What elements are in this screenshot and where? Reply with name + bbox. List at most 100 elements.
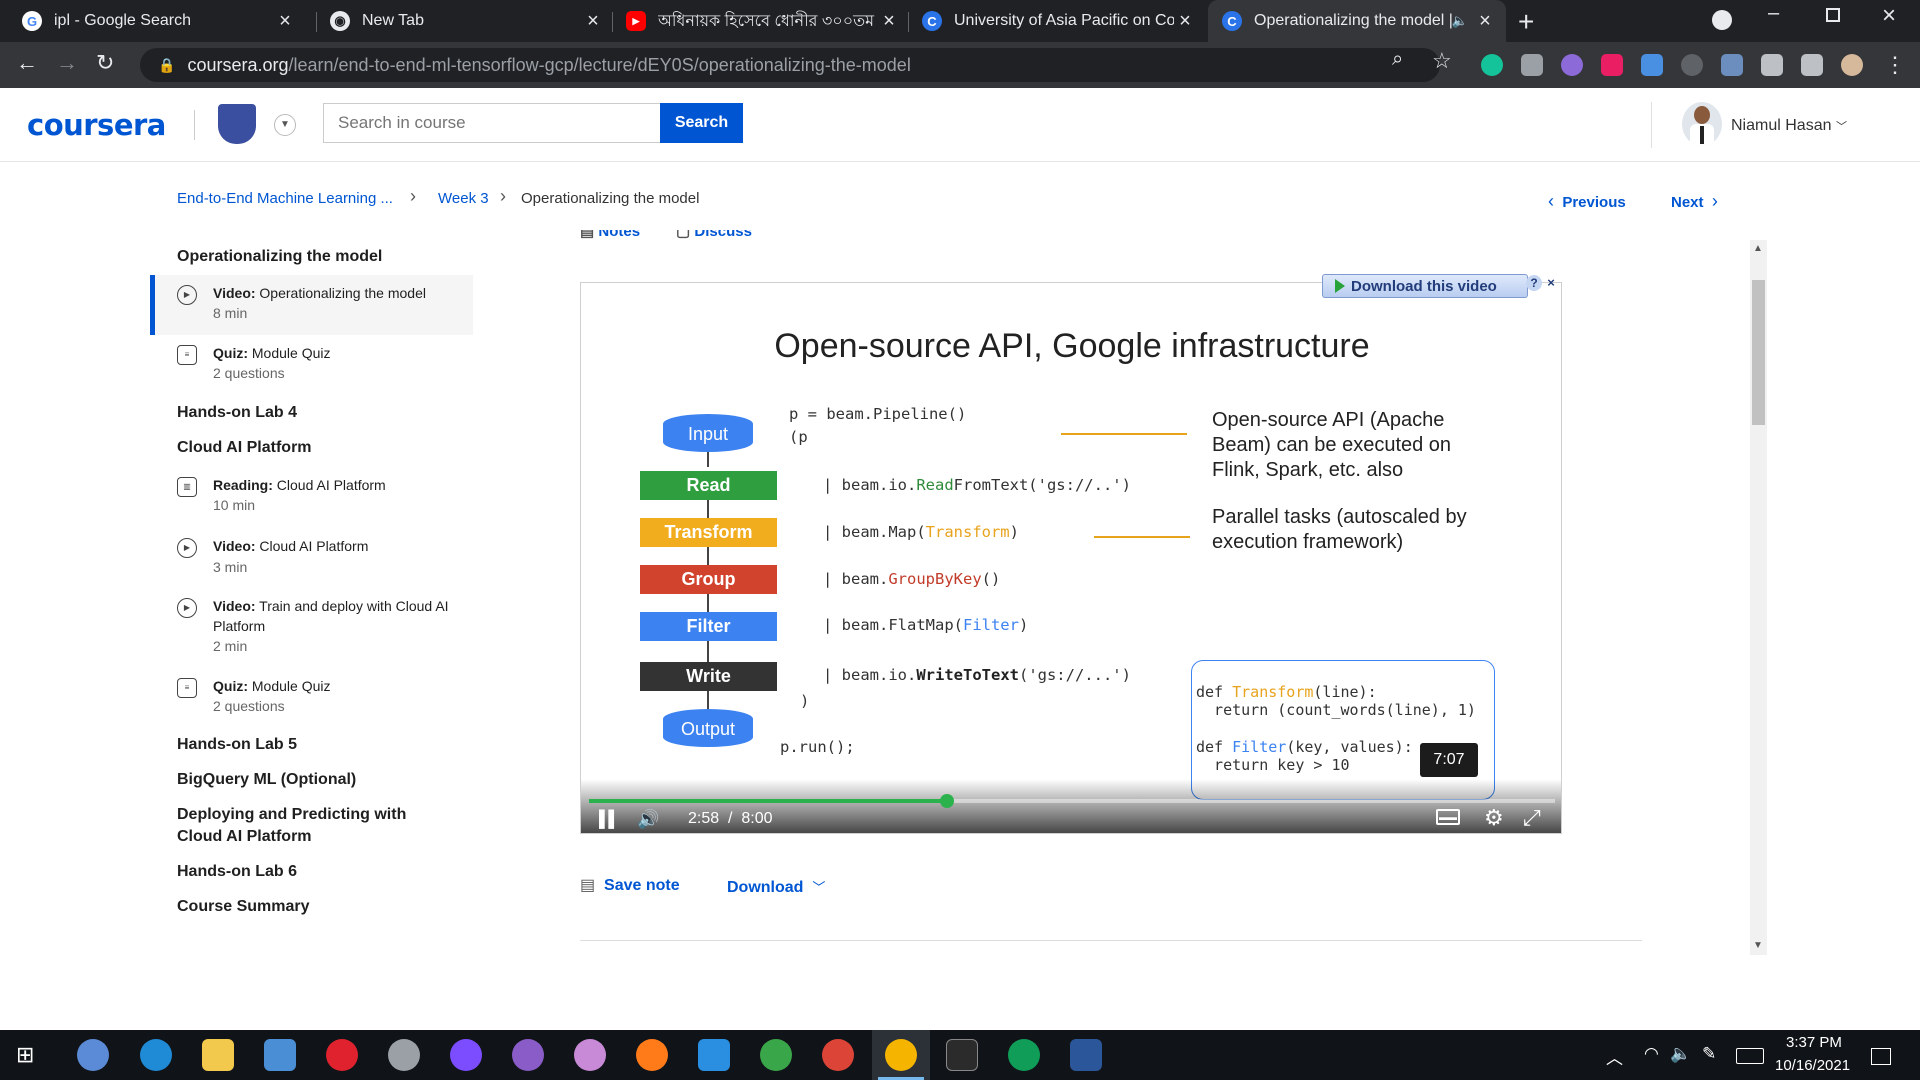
university-crest-icon[interactable]: [218, 104, 256, 144]
chrome-icon[interactable]: [822, 1039, 854, 1071]
next-button[interactable]: Next ›: [1671, 191, 1718, 212]
sidebar-section[interactable]: BigQuery ML (Optional): [177, 769, 447, 791]
extension-icon[interactable]: [1561, 54, 1583, 76]
windows-start-icon[interactable]: ⊞: [16, 1043, 40, 1067]
word-icon[interactable]: [1070, 1039, 1102, 1071]
sidebar-section[interactable]: Hands-on Lab 5: [177, 734, 447, 756]
chrome-profile-icon[interactable]: [1008, 1039, 1040, 1071]
previous-button[interactable]: ‹ Previous: [1548, 191, 1626, 212]
app-icon[interactable]: [388, 1039, 420, 1071]
profile-avatar-icon[interactable]: [1841, 54, 1863, 76]
restore-icon[interactable]: [1826, 8, 1840, 22]
tab-university[interactable]: C University of Asia Pacific on Cour ×: [908, 0, 1206, 42]
terminal-icon[interactable]: [946, 1039, 978, 1071]
coursera-logo[interactable]: coursera: [27, 108, 166, 142]
progress-bar[interactable]: [589, 794, 1555, 808]
clock-date[interactable]: 10/16/2021: [1775, 1057, 1850, 1074]
sidebar-section[interactable]: Deploying and Predicting with Cloud AI P…: [177, 804, 447, 848]
reading-list-icon[interactable]: [1801, 54, 1823, 76]
progress-handle[interactable]: [940, 794, 955, 808]
code-text: | beam.Map(: [823, 523, 926, 541]
close-tab-icon[interactable]: ×: [1474, 10, 1496, 33]
notification-icon[interactable]: [1871, 1048, 1891, 1065]
scroll-up-icon[interactable]: ▲: [1753, 243, 1763, 254]
file-explorer-icon[interactable]: [202, 1039, 234, 1071]
play-circle-icon: ▶: [177, 285, 197, 305]
save-note-button[interactable]: ▤ Save note: [580, 875, 680, 895]
messenger-icon[interactable]: [450, 1039, 482, 1071]
tab-search-icon[interactable]: [1712, 10, 1732, 30]
scrollbar-thumb[interactable]: [1752, 280, 1765, 425]
close-icon[interactable]: ×: [1544, 275, 1558, 291]
reload-icon[interactable]: ↻: [96, 50, 114, 76]
minimize-icon[interactable]: –: [1768, 2, 1779, 25]
avatar[interactable]: [1682, 102, 1722, 146]
app-icon[interactable]: [574, 1039, 606, 1071]
opera-icon[interactable]: [326, 1039, 358, 1071]
pen-icon[interactable]: ✎: [1702, 1044, 1716, 1064]
close-tab-icon[interactable]: ×: [582, 10, 604, 33]
new-tab-icon[interactable]: +: [1518, 6, 1534, 38]
close-tab-icon[interactable]: ×: [1174, 10, 1196, 33]
close-tab-icon[interactable]: ×: [274, 10, 296, 33]
sidebar-section[interactable]: Hands-on Lab 4: [177, 402, 447, 424]
pen-extension-icon[interactable]: [1721, 54, 1743, 76]
tab-google-search[interactable]: G ipl - Google Search ×: [8, 0, 306, 42]
audio-playing-icon[interactable]: 🔈: [1452, 13, 1468, 29]
clock-time[interactable]: 3:37 PM: [1786, 1034, 1842, 1051]
download-video-badge[interactable]: Download this video: [1322, 274, 1528, 298]
search-button[interactable]: Search: [660, 103, 743, 143]
chrome-icon[interactable]: [885, 1039, 917, 1071]
tab-notes[interactable]: ▤ Notes: [580, 230, 640, 240]
tab-operationalizing[interactable]: C Operationalizing the model | 🔈 ×: [1208, 0, 1506, 42]
puzzle-extensions-icon[interactable]: [1761, 54, 1783, 76]
fullscreen-icon[interactable]: ⤢: [1523, 805, 1541, 831]
forward-icon[interactable]: →: [56, 50, 78, 76]
mail-icon[interactable]: [264, 1039, 296, 1071]
volume-icon[interactable]: 🔊: [637, 809, 659, 830]
sidebar-section[interactable]: Cloud AI Platform: [177, 437, 447, 459]
app-icon[interactable]: [760, 1039, 792, 1071]
network-icon[interactable]: ◠: [1644, 1044, 1659, 1064]
zoom-search-icon[interactable]: ⌕: [1392, 48, 1403, 71]
chevron-down-icon[interactable]: ▼: [274, 114, 296, 136]
pause-icon[interactable]: ▌▌: [599, 811, 620, 829]
code-text: | beam.: [823, 570, 889, 588]
captions-icon[interactable]: ▬▬: [1436, 809, 1460, 825]
tab-discuss[interactable]: ▢ Discuss: [676, 230, 752, 240]
settings-gear-icon[interactable]: ⚙: [1484, 805, 1504, 831]
browser-menu-icon[interactable]: ⋮: [1884, 52, 1906, 78]
close-window-icon[interactable]: ×: [1882, 2, 1896, 30]
sidebar-section[interactable]: Hands-on Lab 6: [177, 861, 447, 883]
tab-youtube[interactable]: ▶ অধিনায়ক হিসেবে ধোনীর ৩০০তম ×: [612, 0, 910, 42]
scroll-down-icon[interactable]: ▼: [1753, 940, 1763, 951]
download-extension-icon[interactable]: [1641, 54, 1663, 76]
grammarly-extension-icon[interactable]: [1481, 54, 1503, 76]
close-tab-icon[interactable]: ×: [878, 10, 900, 33]
edge-icon[interactable]: [140, 1039, 172, 1071]
download-dropdown[interactable]: Download ﹀: [727, 877, 825, 897]
search-input[interactable]: [323, 103, 660, 143]
user-menu[interactable]: Niamul Hasan ﹀: [1731, 117, 1847, 135]
vscode-icon[interactable]: [698, 1039, 730, 1071]
badge-extension-icon[interactable]: [1601, 54, 1623, 76]
speaker-icon[interactable]: 🔈: [1670, 1044, 1691, 1064]
breadcrumb-course[interactable]: End-to-End Machine Learning ...: [177, 190, 393, 207]
code-line: | beam.Map(Transform): [823, 523, 1019, 541]
help-icon[interactable]: ?: [1526, 275, 1542, 291]
camera-extension-icon[interactable]: [1521, 54, 1543, 76]
bookmark-star-icon[interactable]: ☆: [1432, 48, 1452, 74]
qbittorrent-icon[interactable]: [77, 1039, 109, 1071]
breadcrumb-week[interactable]: Week 3: [438, 190, 489, 207]
url-bar[interactable]: 🔒 coursera.org/learn/end-to-end-ml-tenso…: [140, 48, 1440, 82]
firefox-icon[interactable]: [636, 1039, 668, 1071]
github-desktop-icon[interactable]: [512, 1039, 544, 1071]
keyboard-icon[interactable]: [1736, 1048, 1764, 1064]
tab-new-tab[interactable]: ◉ New Tab ×: [316, 0, 614, 42]
sync-extension-icon[interactable]: [1681, 54, 1703, 76]
video-player[interactable]: Open-source API, Google infrastructure I…: [580, 282, 1562, 834]
sidebar-section[interactable]: Course Summary: [177, 896, 447, 918]
sidebar-section[interactable]: Operationalizing the model: [177, 246, 447, 268]
chevron-up-icon[interactable]: ︿: [1606, 1044, 1623, 1069]
back-icon[interactable]: ←: [16, 50, 38, 76]
